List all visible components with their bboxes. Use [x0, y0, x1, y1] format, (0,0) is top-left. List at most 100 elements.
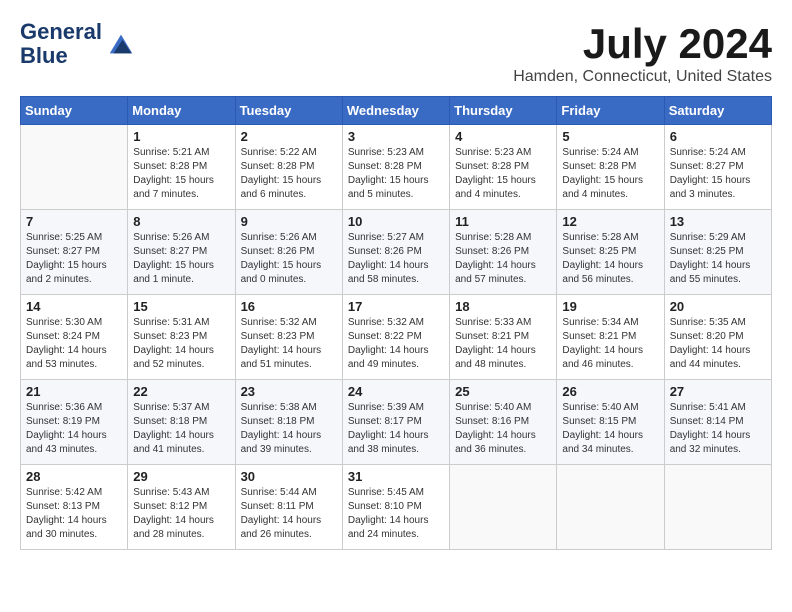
weekday-header: Thursday	[450, 97, 557, 125]
day-number: 26	[562, 384, 658, 399]
day-number: 30	[241, 469, 337, 484]
calendar-cell: 19 Sunrise: 5:34 AM Sunset: 8:21 PM Dayli…	[557, 295, 664, 380]
day-number: 31	[348, 469, 444, 484]
calendar-cell: 4 Sunrise: 5:23 AM Sunset: 8:28 PM Daylig…	[450, 125, 557, 210]
day-info: Sunrise: 5:25 AM Sunset: 8:27 PM Dayligh…	[26, 231, 122, 287]
day-number: 23	[241, 384, 337, 399]
page-header: GeneralBlue July 2024 Hamden, Connecticu…	[20, 20, 772, 86]
weekday-header: Monday	[128, 97, 235, 125]
calendar-week-row: 1 Sunrise: 5:21 AM Sunset: 8:28 PM Daylig…	[21, 125, 772, 210]
calendar-cell: 26 Sunrise: 5:40 AM Sunset: 8:15 PM Dayli…	[557, 380, 664, 465]
calendar-cell	[664, 465, 771, 550]
day-info: Sunrise: 5:32 AM Sunset: 8:22 PM Dayligh…	[348, 316, 444, 372]
day-number: 2	[241, 129, 337, 144]
day-number: 15	[133, 299, 229, 314]
calendar-cell: 13 Sunrise: 5:29 AM Sunset: 8:25 PM Dayli…	[664, 210, 771, 295]
day-info: Sunrise: 5:34 AM Sunset: 8:21 PM Dayligh…	[562, 316, 658, 372]
weekday-row: SundayMondayTuesdayWednesdayThursdayFrid…	[21, 97, 772, 125]
calendar-cell: 21Sunrise: 5:36 AM Sunset: 8:19 PM Dayli…	[21, 380, 128, 465]
calendar-week-row: 7 Sunrise: 5:25 AM Sunset: 8:27 PM Daylig…	[21, 210, 772, 295]
day-number: 24	[348, 384, 444, 399]
day-info: Sunrise: 5:37 AM Sunset: 8:18 PM Dayligh…	[133, 401, 229, 457]
calendar-cell: 25Sunrise: 5:40 AM Sunset: 8:16 PM Dayli…	[450, 380, 557, 465]
day-number: 22	[133, 384, 229, 399]
day-info: Sunrise: 5:30 AM Sunset: 8:24 PM Dayligh…	[26, 316, 122, 372]
calendar-cell: 28 Sunrise: 5:42 AM Sunset: 8:13 PM Dayli…	[21, 465, 128, 550]
day-number: 27	[670, 384, 766, 399]
calendar-cell: 14 Sunrise: 5:30 AM Sunset: 8:24 PM Dayli…	[21, 295, 128, 380]
day-info: Sunrise: 5:31 AM Sunset: 8:23 PM Dayligh…	[133, 316, 229, 372]
day-info: Sunrise: 5:41 AM Sunset: 8:14 PM Dayligh…	[670, 401, 766, 457]
day-number: 20	[670, 299, 766, 314]
calendar-cell: 2 Sunrise: 5:22 AM Sunset: 8:28 PM Daylig…	[235, 125, 342, 210]
day-info: Sunrise: 5:21 AM Sunset: 8:28 PM Dayligh…	[133, 146, 229, 202]
calendar-cell: 9Sunrise: 5:26 AM Sunset: 8:26 PM Daylig…	[235, 210, 342, 295]
day-number: 12	[562, 214, 658, 229]
calendar-cell: 6Sunrise: 5:24 AM Sunset: 8:27 PM Daylig…	[664, 125, 771, 210]
calendar-cell: 10Sunrise: 5:27 AM Sunset: 8:26 PM Dayli…	[342, 210, 449, 295]
day-number: 6	[670, 129, 766, 144]
calendar-cell	[450, 465, 557, 550]
day-info: Sunrise: 5:23 AM Sunset: 8:28 PM Dayligh…	[348, 146, 444, 202]
day-info: Sunrise: 5:45 AM Sunset: 8:10 PM Dayligh…	[348, 486, 444, 542]
calendar-body: 1 Sunrise: 5:21 AM Sunset: 8:28 PM Daylig…	[21, 125, 772, 550]
day-info: Sunrise: 5:28 AM Sunset: 8:25 PM Dayligh…	[562, 231, 658, 287]
day-info: Sunrise: 5:26 AM Sunset: 8:26 PM Dayligh…	[241, 231, 337, 287]
day-number: 16	[241, 299, 337, 314]
month-title: July 2024	[513, 20, 772, 68]
day-number: 4	[455, 129, 551, 144]
day-number: 13	[670, 214, 766, 229]
day-info: Sunrise: 5:39 AM Sunset: 8:17 PM Dayligh…	[348, 401, 444, 457]
weekday-header: Wednesday	[342, 97, 449, 125]
day-info: Sunrise: 5:40 AM Sunset: 8:15 PM Dayligh…	[562, 401, 658, 457]
day-number: 25	[455, 384, 551, 399]
day-info: Sunrise: 5:32 AM Sunset: 8:23 PM Dayligh…	[241, 316, 337, 372]
day-info: Sunrise: 5:29 AM Sunset: 8:25 PM Dayligh…	[670, 231, 766, 287]
calendar-cell: 5 Sunrise: 5:24 AM Sunset: 8:28 PM Daylig…	[557, 125, 664, 210]
calendar-cell: 16 Sunrise: 5:32 AM Sunset: 8:23 PM Dayli…	[235, 295, 342, 380]
calendar-week-row: 21Sunrise: 5:36 AM Sunset: 8:19 PM Dayli…	[21, 380, 772, 465]
calendar-header: SundayMondayTuesdayWednesdayThursdayFrid…	[21, 97, 772, 125]
calendar-cell: 15 Sunrise: 5:31 AM Sunset: 8:23 PM Dayli…	[128, 295, 235, 380]
calendar-cell: 3 Sunrise: 5:23 AM Sunset: 8:28 PM Daylig…	[342, 125, 449, 210]
calendar-cell: 31 Sunrise: 5:45 AM Sunset: 8:10 PM Dayli…	[342, 465, 449, 550]
calendar-cell: 29Sunrise: 5:43 AM Sunset: 8:12 PM Dayli…	[128, 465, 235, 550]
day-info: Sunrise: 5:27 AM Sunset: 8:26 PM Dayligh…	[348, 231, 444, 287]
weekday-header: Tuesday	[235, 97, 342, 125]
day-number: 21	[26, 384, 122, 399]
day-info: Sunrise: 5:38 AM Sunset: 8:18 PM Dayligh…	[241, 401, 337, 457]
calendar-cell	[21, 125, 128, 210]
calendar-table: SundayMondayTuesdayWednesdayThursdayFrid…	[20, 96, 772, 550]
day-info: Sunrise: 5:24 AM Sunset: 8:28 PM Dayligh…	[562, 146, 658, 202]
day-number: 19	[562, 299, 658, 314]
calendar-cell: 20 Sunrise: 5:35 AM Sunset: 8:20 PM Dayli…	[664, 295, 771, 380]
day-number: 18	[455, 299, 551, 314]
day-number: 3	[348, 129, 444, 144]
day-number: 17	[348, 299, 444, 314]
logo-icon	[106, 29, 136, 59]
day-number: 7	[26, 214, 122, 229]
day-info: Sunrise: 5:22 AM Sunset: 8:28 PM Dayligh…	[241, 146, 337, 202]
day-number: 14	[26, 299, 122, 314]
day-number: 11	[455, 214, 551, 229]
calendar-cell: 8 Sunrise: 5:26 AM Sunset: 8:27 PM Daylig…	[128, 210, 235, 295]
day-number: 28	[26, 469, 122, 484]
day-info: Sunrise: 5:42 AM Sunset: 8:13 PM Dayligh…	[26, 486, 122, 542]
day-info: Sunrise: 5:26 AM Sunset: 8:27 PM Dayligh…	[133, 231, 229, 287]
day-number: 8	[133, 214, 229, 229]
calendar-cell: 23 Sunrise: 5:38 AM Sunset: 8:18 PM Dayli…	[235, 380, 342, 465]
day-info: Sunrise: 5:23 AM Sunset: 8:28 PM Dayligh…	[455, 146, 551, 202]
calendar-cell: 22 Sunrise: 5:37 AM Sunset: 8:18 PM Dayli…	[128, 380, 235, 465]
calendar-week-row: 14 Sunrise: 5:30 AM Sunset: 8:24 PM Dayli…	[21, 295, 772, 380]
calendar-cell: 11 Sunrise: 5:28 AM Sunset: 8:26 PM Dayli…	[450, 210, 557, 295]
day-info: Sunrise: 5:28 AM Sunset: 8:26 PM Dayligh…	[455, 231, 551, 287]
day-number: 5	[562, 129, 658, 144]
calendar-cell: 7 Sunrise: 5:25 AM Sunset: 8:27 PM Daylig…	[21, 210, 128, 295]
calendar-cell: 24 Sunrise: 5:39 AM Sunset: 8:17 PM Dayli…	[342, 380, 449, 465]
day-number: 1	[133, 129, 229, 144]
calendar-cell: 12 Sunrise: 5:28 AM Sunset: 8:25 PM Dayli…	[557, 210, 664, 295]
location: Hamden, Connecticut, United States	[513, 68, 772, 86]
calendar-cell: 30Sunrise: 5:44 AM Sunset: 8:11 PM Dayli…	[235, 465, 342, 550]
day-info: Sunrise: 5:35 AM Sunset: 8:20 PM Dayligh…	[670, 316, 766, 372]
calendar-cell: 1 Sunrise: 5:21 AM Sunset: 8:28 PM Daylig…	[128, 125, 235, 210]
